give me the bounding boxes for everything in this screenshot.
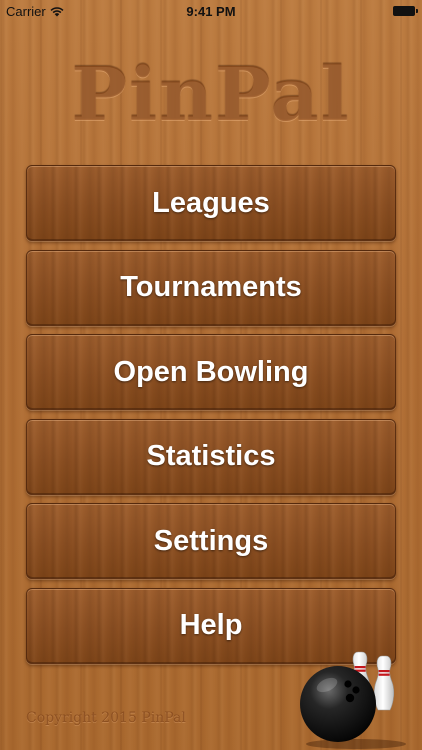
help-label: Help	[179, 609, 243, 641]
main-menu: Leagues Tournaments Open Bowling Statist…	[26, 165, 396, 672]
app-title: PinPal	[71, 52, 351, 138]
statistics-button[interactable]: Statistics	[26, 418, 396, 495]
statistics-label: Statistics	[146, 440, 276, 472]
open-bowling-button[interactable]: Open Bowling	[26, 334, 396, 410]
tournaments-label: Tournaments	[120, 271, 302, 303]
open-bowling-label: Open Bowling	[113, 355, 309, 388]
leagues-button[interactable]: Leagues	[26, 165, 396, 241]
bowling-pin-right	[373, 655, 395, 711]
status-time: 9:41 PM	[186, 4, 236, 19]
bowling-ball-and-pins-icon	[300, 651, 406, 749]
status-bar: Carrier 9:41 PM	[0, 0, 422, 22]
battery-icon	[393, 6, 418, 16]
copyright-text: Copyright 2015 PinPal	[26, 710, 186, 726]
leagues-label: Leagues	[152, 186, 270, 219]
settings-button[interactable]: Settings	[26, 503, 396, 579]
settings-label: Settings	[153, 524, 269, 557]
tournaments-button[interactable]: Tournaments	[26, 249, 396, 326]
